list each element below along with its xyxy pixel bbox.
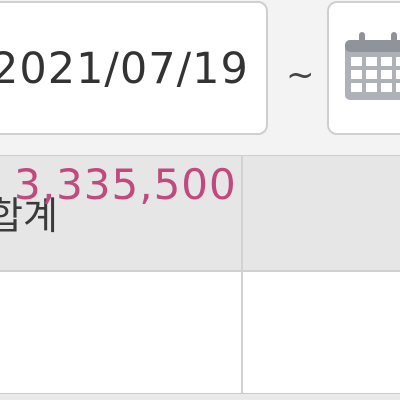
table-bottom-border (0, 393, 400, 400)
page: 2021/07/19 ~ 합계 3,335,500 (0, 0, 400, 400)
table-row (0, 272, 400, 400)
date-range-separator: ~ (286, 55, 315, 95)
start-date-value[interactable]: 2021/07/19 (0, 44, 249, 94)
column-divider (241, 155, 243, 400)
total-amount: 3,335,500 (14, 160, 237, 209)
calendar-icon[interactable] (343, 30, 400, 102)
